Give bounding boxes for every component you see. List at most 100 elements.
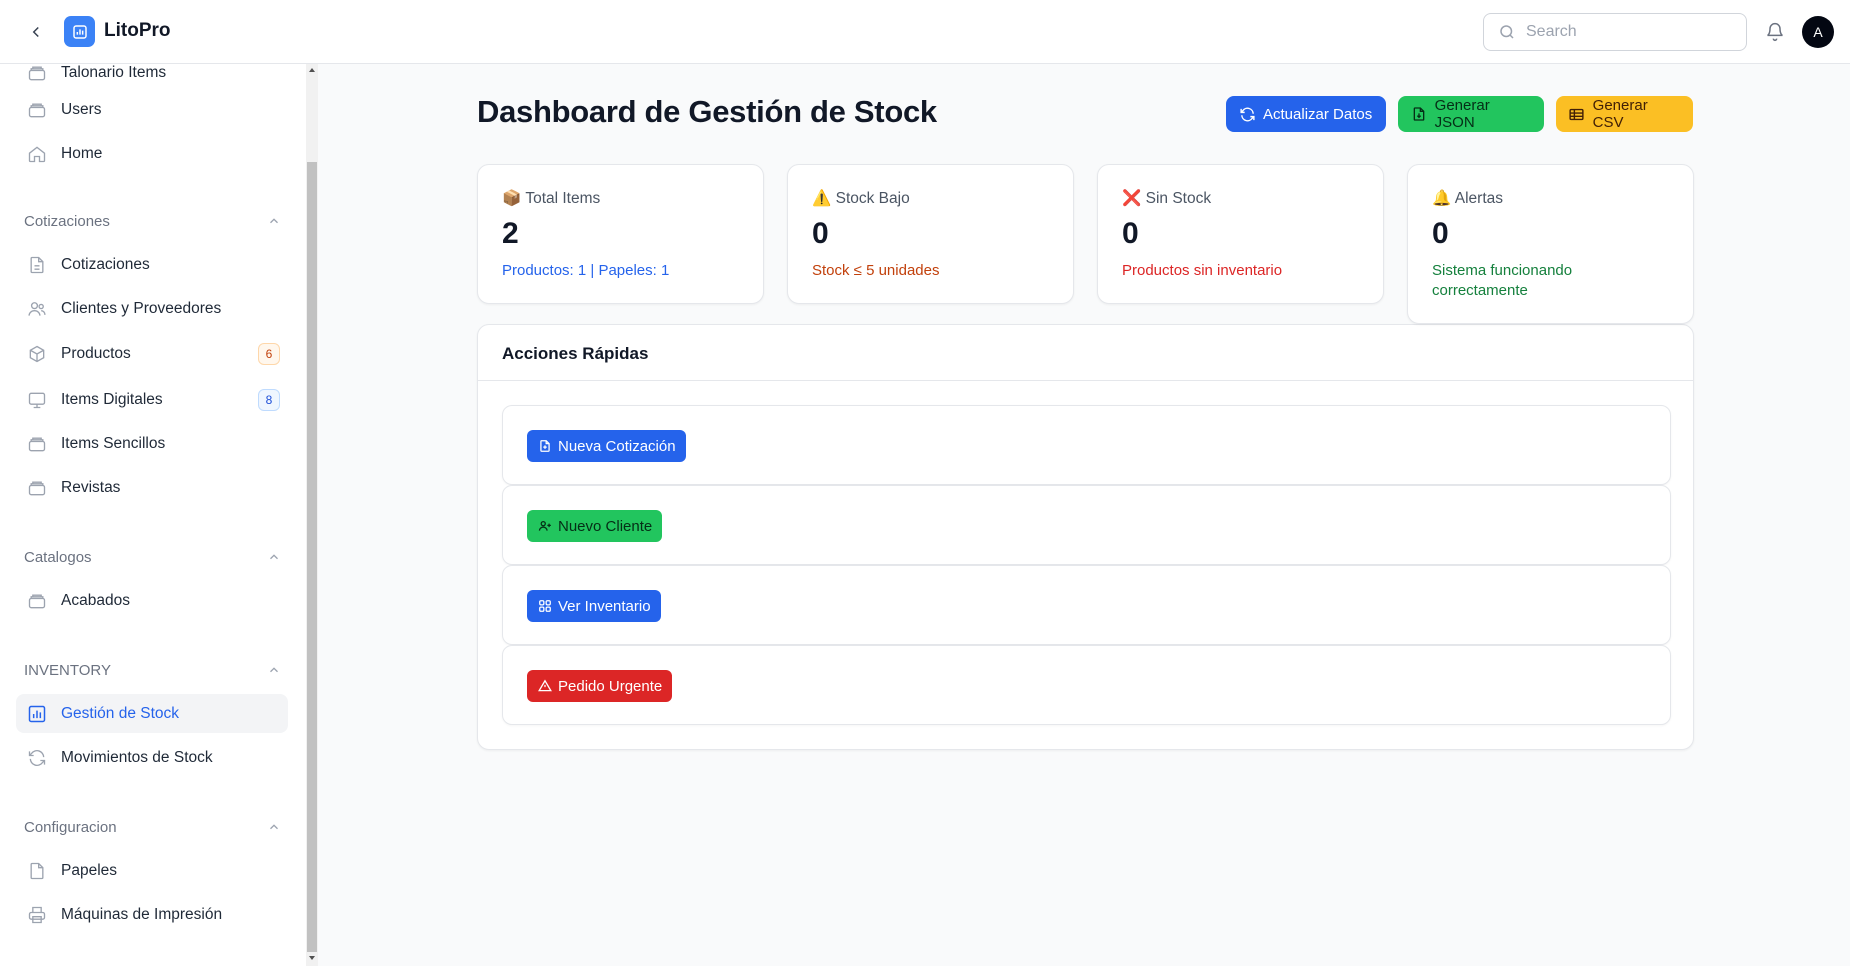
stat-label: 🔔 Alertas	[1432, 190, 1503, 207]
stat-subtext: Productos sin inventario	[1122, 262, 1283, 279]
group-header-configuracion[interactable]: Configuracion	[24, 815, 282, 839]
sidebar-item-maquinas-de-impresion[interactable]: Máquinas de Impresión	[16, 895, 288, 934]
sidebar-item-label: Papeles	[61, 861, 118, 879]
generate-csv-button[interactable]: Generar CSV	[1556, 96, 1693, 132]
sidebar-scrollbar[interactable]	[306, 64, 318, 966]
chevron-up-icon[interactable]	[266, 662, 282, 678]
sidebar-item-gestion-de-stock[interactable]: Gestión de Stock	[16, 694, 288, 733]
sidebar-item-label: Máquinas de Impresión	[61, 905, 223, 923]
chevron-up-icon[interactable]	[266, 549, 282, 565]
sidebar-item-label: Revistas	[61, 478, 121, 496]
stat-subtext: Productos: 1 | Papeles: 1	[502, 262, 670, 279]
group-header-inventory[interactable]: INVENTORY	[24, 658, 282, 682]
stat-card-stock-bajo: ⚠️ Stock Bajo 0 Stock ≤ 5 unidades	[787, 164, 1074, 304]
stat-label: 📦 Total Items	[502, 190, 601, 207]
sidebar-item-productos[interactable]: Productos 6	[16, 334, 288, 373]
panel-header: Acciones Rápidas	[478, 325, 1693, 381]
app-logo-icon[interactable]	[64, 16, 95, 47]
scroll-down-arrow-icon[interactable]	[309, 956, 315, 960]
generate-json-button[interactable]: Generar JSON	[1398, 96, 1544, 132]
refresh-data-button[interactable]: Actualizar Datos	[1226, 96, 1386, 132]
quick-action-row: Pedido Urgente	[502, 645, 1671, 725]
generate-json-label: Generar JSON	[1434, 97, 1490, 131]
sidebar-item-movimientos-de-stock[interactable]: Movimientos de Stock	[16, 738, 288, 777]
document-plus-icon	[537, 438, 553, 454]
quick-action-row: Nuevo Cliente	[502, 485, 1671, 565]
sidebar-item-acabados[interactable]: Acabados	[16, 581, 288, 620]
stat-subtext: Stock ≤ 5 unidades	[812, 262, 940, 279]
app-brand[interactable]: LitoPro	[104, 20, 171, 42]
stat-card-alertas: 🔔 Alertas 0 Sistema funcionando correcta…	[1407, 164, 1694, 324]
sidebar-item-label: Home	[61, 144, 103, 162]
sidebar-item-label: Users	[61, 100, 102, 118]
sidebar-item-revistas[interactable]: Revistas	[16, 468, 288, 507]
view-inventory-label: Ver Inventario	[558, 597, 651, 615]
sidebar-item-label: Items Sencillos	[61, 434, 166, 452]
search-box[interactable]	[1483, 13, 1747, 51]
sidebar-item-clientes[interactable]: Clientes y Proveedores	[16, 289, 288, 328]
group-label: Configuracion	[24, 818, 117, 836]
new-quote-button[interactable]: Nueva Cotización	[527, 430, 686, 462]
stat-label: ⚠️ Stock Bajo	[812, 190, 910, 207]
sidebar-item-items-sencillos[interactable]: Items Sencillos	[16, 424, 288, 463]
view-inventory-button[interactable]: Ver Inventario	[527, 590, 661, 622]
sidebar-item-home[interactable]: Home	[16, 134, 288, 173]
scroll-up-arrow-icon[interactable]	[309, 68, 315, 72]
sidebar-item-label: Clientes y Proveedores	[61, 299, 222, 317]
sidebar-item-items-digitales[interactable]: Items Digitales 8	[16, 380, 288, 419]
stat-value: 2	[502, 217, 519, 250]
sidebar-item-label: Cotizaciones	[61, 255, 150, 273]
stack-icon	[25, 432, 49, 456]
chevron-up-icon[interactable]	[266, 819, 282, 835]
stack-icon	[25, 64, 49, 85]
new-client-label: Nuevo Cliente	[558, 517, 653, 535]
stat-label: ❌ Sin Stock	[1122, 190, 1212, 207]
sidebar-item-label: Talonario Items	[61, 64, 167, 81]
new-quote-label: Nueva Cotización	[558, 437, 676, 455]
sidebar-item-label: Gestión de Stock	[61, 704, 180, 722]
users-icon	[25, 297, 49, 321]
sidebar: Talonario Items Users Home Cotizaciones …	[0, 64, 306, 966]
cube-icon	[25, 342, 49, 366]
stack-icon	[25, 589, 49, 613]
search-input[interactable]	[1526, 23, 1726, 41]
stat-subtext: Sistema funcionando correctamente	[1432, 262, 1573, 299]
count-badge: 8	[258, 389, 280, 411]
stack-icon	[25, 476, 49, 500]
monitor-icon	[25, 388, 49, 412]
panel-title: Acciones Rápidas	[502, 344, 649, 363]
generate-csv-label: Generar CSV	[1592, 97, 1648, 131]
stat-value: 0	[1122, 217, 1139, 250]
group-label: INVENTORY	[24, 661, 111, 679]
notifications-bell-icon[interactable]	[1762, 19, 1788, 45]
chevron-up-icon[interactable]	[266, 213, 282, 229]
grid-icon	[537, 598, 553, 614]
group-header-catalogos[interactable]: Catalogos	[24, 545, 282, 569]
urgent-order-button[interactable]: Pedido Urgente	[527, 670, 673, 702]
sidebar-item-cotizaciones[interactable]: Cotizaciones	[16, 245, 288, 284]
sidebar-item-label: Acabados	[61, 591, 130, 609]
user-avatar[interactable]: A	[1802, 16, 1834, 48]
sidebar-item-users[interactable]: Users	[16, 90, 288, 129]
refresh-data-label: Actualizar Datos	[1263, 105, 1373, 123]
sidebar-item-papeles[interactable]: Papeles	[16, 851, 288, 890]
home-icon	[25, 142, 49, 166]
quick-actions-panel: Acciones Rápidas Nueva Cotización Nuevo …	[477, 324, 1694, 750]
user-plus-icon	[537, 518, 553, 534]
scrollbar-thumb[interactable]	[307, 162, 317, 952]
quick-action-row: Ver Inventario	[502, 565, 1671, 645]
table-icon	[1568, 105, 1586, 123]
refresh-icon	[1238, 105, 1256, 123]
printer-icon	[25, 903, 49, 927]
back-arrow-icon[interactable]	[22, 18, 50, 46]
group-header-cotizaciones[interactable]: Cotizaciones	[24, 209, 282, 233]
stat-card-sin-stock: ❌ Sin Stock 0 Productos sin inventario	[1097, 164, 1384, 304]
group-label: Catalogos	[24, 548, 92, 566]
sidebar-item-talonario-items[interactable]: Talonario Items	[16, 64, 288, 92]
new-client-button[interactable]: Nuevo Cliente	[527, 510, 663, 542]
search-icon	[1498, 23, 1516, 41]
sidebar-item-label: Movimientos de Stock	[61, 748, 213, 766]
group-label: Cotizaciones	[24, 212, 110, 230]
bar-chart-icon	[25, 702, 49, 726]
quick-action-row: Nueva Cotización	[502, 405, 1671, 485]
